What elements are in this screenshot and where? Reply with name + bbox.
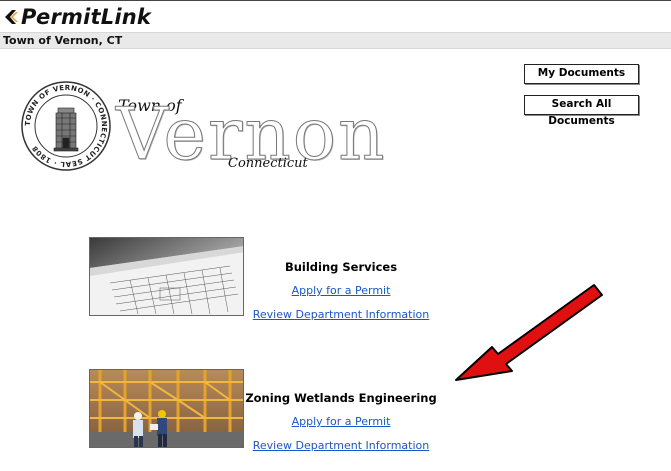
building-services-title: Building Services xyxy=(284,260,398,274)
zoning-apply-permit-link[interactable]: Apply for a Permit xyxy=(226,415,456,428)
town-label: Town of Vernon, CT xyxy=(3,34,123,47)
search-all-documents-button[interactable]: Search All Documents xyxy=(524,95,639,127)
my-documents-button[interactable]: My Documents xyxy=(524,64,639,84)
zoning-wetlands-title: Zoning Wetlands Engineering xyxy=(245,391,437,405)
town-logo: TOWN OF VERNON · CONNECTICUT SEAL · 1808… xyxy=(20,80,385,190)
construction-workers-photo xyxy=(90,370,243,447)
town-bar: Town of Vernon, CT xyxy=(0,32,671,49)
building-services-image[interactable] xyxy=(89,237,244,316)
page-header: PermitLink Town of Vernon, CT xyxy=(0,0,671,49)
logo-connecticut: Connecticut xyxy=(228,156,308,171)
zoning-department-info-link[interactable]: Review Department Information xyxy=(226,439,456,452)
red-arrow-annotation-icon xyxy=(455,284,603,381)
building-department-info-link[interactable]: Review Department Information xyxy=(226,308,456,321)
building-apply-permit-link[interactable]: Apply for a Permit xyxy=(226,284,456,297)
zoning-wetlands-section: Zoning Wetlands Engineering Apply for a … xyxy=(226,391,456,463)
seal-tower xyxy=(53,107,79,152)
brand-arrow-icon xyxy=(5,10,18,24)
building-services-section: Building Services Apply for a Permit Rev… xyxy=(226,260,456,332)
permitlink-brand[interactable]: PermitLink xyxy=(2,4,151,30)
blueprint-photo xyxy=(90,238,243,315)
zoning-wetlands-image[interactable] xyxy=(89,369,244,448)
town-seal-icon: TOWN OF VERNON · CONNECTICUT SEAL · 1808 xyxy=(21,81,111,171)
app-name: PermitLink xyxy=(21,5,152,29)
